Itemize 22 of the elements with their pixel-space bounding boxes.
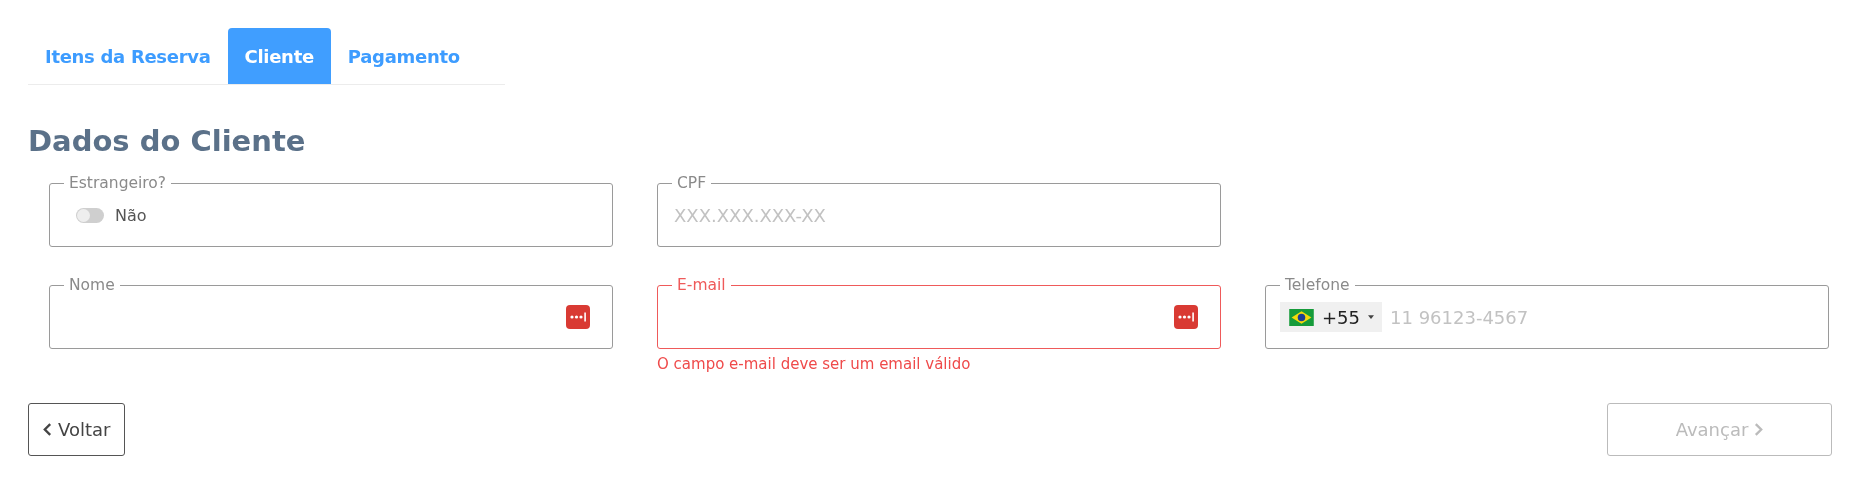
caret-icon — [1368, 315, 1374, 319]
field-label: Estrangeiro? — [68, 175, 168, 191]
input-field[interactable]: XXX.XXX.XXX-XX — [672, 203, 1206, 227]
phone-input[interactable]: 11 96123-4567 — [1388, 305, 1814, 329]
input-field[interactable]: E-mail — [657, 277, 1221, 349]
tab[interactable]: Pagamento — [330, 28, 477, 84]
flag-icon — [1289, 308, 1314, 326]
tab[interactable]: Itens da Reserva — [28, 28, 228, 84]
country-code-selector[interactable]: +55 — [1280, 302, 1382, 332]
password-manager-icon[interactable] — [1174, 305, 1198, 329]
chevron-right-icon — [1754, 422, 1764, 437]
error-message: O campo e-mail deve ser um email válido — [657, 355, 972, 373]
toggle-switch[interactable] — [76, 207, 104, 223]
tab[interactable]: Cliente — [227, 28, 331, 84]
input-field[interactable]: Nome — [49, 277, 613, 349]
chevron-left-icon — [43, 422, 52, 437]
input-field[interactable]: CPF XXX.XXX.XXX-XX — [657, 175, 1221, 247]
back-button[interactable]: Voltar — [28, 403, 126, 456]
phone-field[interactable]: Telefone +55 11 96123-4567 — [1265, 277, 1829, 349]
section-heading: Dados do Cliente — [28, 123, 307, 159]
toggle-label: Não — [115, 205, 147, 225]
password-manager-icon[interactable] — [566, 305, 590, 329]
